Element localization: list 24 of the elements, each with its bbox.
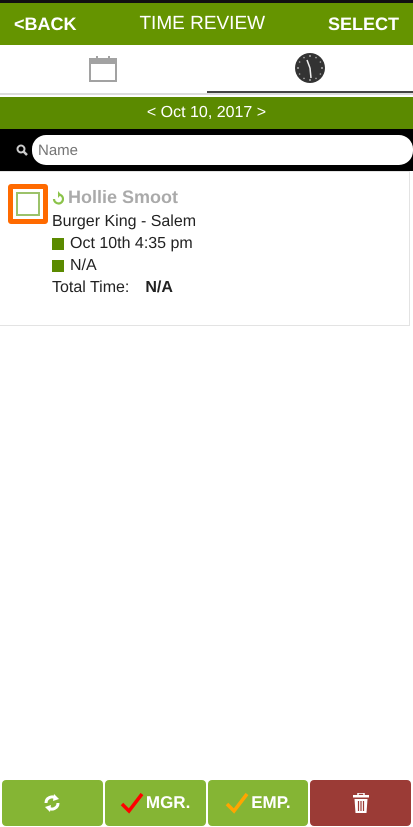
refresh-icon bbox=[43, 793, 62, 813]
search-icon bbox=[16, 144, 28, 156]
refresh-icon bbox=[52, 190, 64, 204]
employee-name: Hollie Smoot bbox=[68, 186, 178, 209]
total-time-label: Total Time: bbox=[52, 279, 130, 296]
status-square-icon bbox=[52, 260, 64, 272]
approve-button[interactable]: MGR. bbox=[104, 780, 206, 826]
status-square-icon bbox=[52, 238, 64, 250]
date-navigator[interactable]: < Oct 10, 2017 > bbox=[0, 97, 413, 129]
select-link[interactable]: SELECT bbox=[328, 10, 399, 38]
delete-button[interactable] bbox=[310, 780, 411, 826]
screen-title: TIME REVIEW bbox=[139, 12, 266, 36]
search-field[interactable]: Name bbox=[32, 135, 413, 165]
calendar-icon bbox=[89, 56, 118, 82]
checkbox[interactable] bbox=[16, 192, 40, 216]
clock-out-time: N/A bbox=[70, 256, 97, 276]
trash-icon bbox=[352, 793, 369, 813]
back-link[interactable]: <BACK bbox=[14, 10, 77, 38]
refresh-button[interactable] bbox=[2, 780, 103, 826]
location-text: Burger King - Salem bbox=[52, 212, 196, 232]
clock-icon bbox=[294, 52, 326, 84]
clock-in-time: Oct 10th 4:35 pm bbox=[70, 234, 193, 254]
approve-button[interactable]: EMP. bbox=[208, 780, 308, 826]
total-time-value: N/A bbox=[145, 279, 173, 296]
